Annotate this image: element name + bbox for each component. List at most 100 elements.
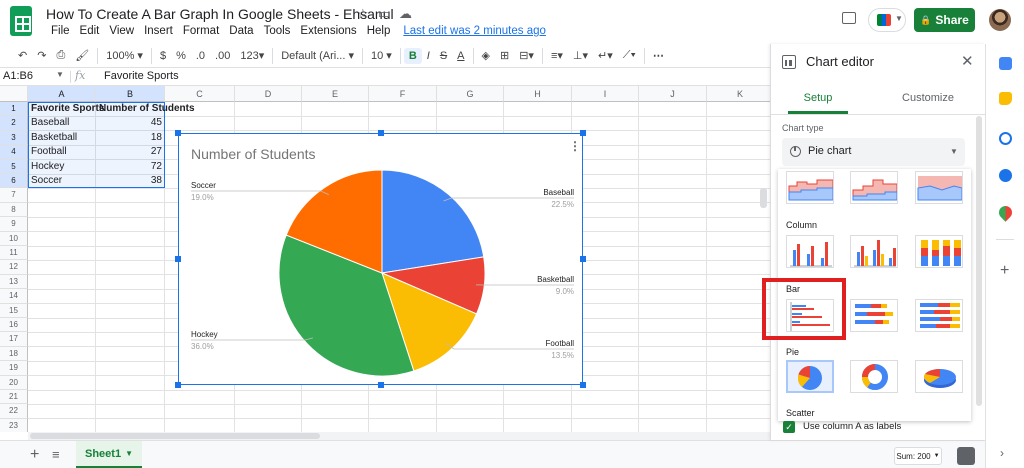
resize-handle[interactable]: [580, 256, 586, 262]
decrease-decimal-button[interactable]: .0: [191, 50, 210, 62]
tab-customize[interactable]: Customize: [896, 88, 960, 108]
row-header-19[interactable]: 19: [0, 361, 28, 376]
cell-b6[interactable]: 38: [96, 174, 165, 188]
percent-column-thumbnail[interactable]: [915, 235, 963, 268]
row-header-22[interactable]: 22: [0, 404, 28, 419]
more-options-icon[interactable]: ⋯: [648, 49, 669, 62]
column-header-j[interactable]: J: [639, 86, 707, 102]
row-header-15[interactable]: 15: [0, 303, 28, 318]
row-header-23[interactable]: 23: [0, 418, 28, 432]
menu-help[interactable]: Help: [362, 25, 396, 37]
tab-setup[interactable]: Setup: [788, 88, 848, 114]
formula-input[interactable]: Favorite Sports: [104, 70, 179, 82]
comment-history-icon[interactable]: [842, 12, 856, 24]
share-button[interactable]: 🔒 Share: [914, 8, 975, 32]
row-header-1[interactable]: 1: [0, 102, 28, 117]
all-sheets-icon[interactable]: ≡: [52, 447, 60, 462]
move-folder-icon[interactable]: ▭: [378, 6, 390, 22]
cell-b1[interactable]: Number of Students: [96, 102, 216, 116]
stepped-area-thumbnail[interactable]: [850, 171, 898, 204]
percent-button[interactable]: %: [171, 50, 191, 62]
percent-bar-thumbnail[interactable]: [915, 299, 963, 332]
menu-data[interactable]: Data: [224, 25, 258, 37]
menu-insert[interactable]: Insert: [139, 25, 178, 37]
column-header-d[interactable]: D: [235, 86, 302, 102]
column-chart-thumbnail[interactable]: [786, 235, 834, 268]
increase-decimal-button[interactable]: .00: [210, 50, 235, 62]
row-header-3[interactable]: 3: [0, 130, 28, 146]
sum-selector[interactable]: Sum: 200 ▼: [894, 447, 942, 465]
resize-handle[interactable]: [580, 382, 586, 388]
borders-icon[interactable]: ⊞: [495, 49, 514, 62]
row-header-18[interactable]: 18: [0, 346, 28, 362]
menu-tools[interactable]: Tools: [259, 25, 296, 37]
font-select[interactable]: Default (Ari... ▾: [276, 49, 359, 62]
keep-icon[interactable]: [999, 92, 1012, 105]
select-all-corner[interactable]: [0, 86, 28, 102]
stacked-area-thumbnail[interactable]: [786, 171, 834, 204]
text-wrap-icon[interactable]: ↵▾: [593, 49, 618, 62]
row-header-16[interactable]: 16: [0, 318, 28, 333]
maps-icon[interactable]: [996, 203, 1015, 222]
column-header-f[interactable]: F: [369, 86, 437, 102]
cell-a3[interactable]: Basketball: [28, 131, 96, 145]
pie-chart[interactable]: Number of Students ⋮ Baseball 22.5% Basket…: [178, 133, 583, 385]
row-header-21[interactable]: 21: [0, 390, 28, 405]
horizontal-align-icon[interactable]: ≡▾: [546, 49, 568, 62]
row-header-14[interactable]: 14: [0, 289, 28, 304]
row-header-2[interactable]: 2: [0, 116, 28, 131]
menu-view[interactable]: View: [104, 25, 139, 37]
cell-a2[interactable]: Baseball: [28, 116, 96, 130]
tasks-icon[interactable]: [999, 132, 1012, 145]
row-header-4[interactable]: 4: [0, 145, 28, 160]
print-icon[interactable]: ⎙: [51, 49, 70, 62]
text-color-button[interactable]: A: [452, 50, 469, 62]
sheets-logo-icon[interactable]: [10, 6, 32, 36]
menu-file[interactable]: File: [46, 25, 75, 37]
document-title[interactable]: How To Create A Bar Graph In Google Shee…: [46, 6, 394, 22]
column-header-g[interactable]: G: [437, 86, 504, 102]
cell-a5[interactable]: Hockey: [28, 160, 96, 174]
contacts-icon[interactable]: [999, 169, 1012, 182]
italic-button[interactable]: I: [422, 50, 435, 62]
paint-format-icon[interactable]: 🖌: [70, 49, 94, 62]
get-addons-icon[interactable]: +: [1000, 262, 1009, 280]
row-header-10[interactable]: 10: [0, 231, 28, 246]
row-header-13[interactable]: 13: [0, 274, 28, 290]
strikethrough-button[interactable]: S: [435, 50, 452, 62]
resize-handle[interactable]: [580, 130, 586, 136]
add-sheet-icon[interactable]: +: [30, 446, 39, 464]
donut-chart-thumbnail[interactable]: [850, 360, 898, 393]
cloud-status-icon[interactable]: ☁: [399, 6, 412, 22]
resize-handle[interactable]: [175, 130, 181, 136]
vertical-scrollbar[interactable]: [760, 188, 767, 208]
resize-handle[interactable]: [175, 256, 181, 262]
column-header-h[interactable]: H: [504, 86, 572, 102]
cell-a4[interactable]: Football: [28, 145, 96, 159]
cell-a6[interactable]: Soccer: [28, 174, 96, 188]
column-header-i[interactable]: I: [572, 86, 639, 102]
meet-button[interactable]: ▼: [868, 8, 906, 32]
chart-type-dropdown[interactable]: Pie chart ▼: [782, 138, 965, 166]
merge-cells-icon[interactable]: ⊟▾: [514, 49, 539, 62]
sheet-tab[interactable]: Sheet1 ▼: [76, 441, 142, 468]
stacked-column-thumbnail[interactable]: [850, 235, 898, 268]
cell-b5[interactable]: 72: [96, 160, 165, 174]
percent-area-thumbnail[interactable]: [915, 171, 963, 204]
fill-color-icon[interactable]: ◈: [477, 49, 495, 62]
row-header-12[interactable]: 12: [0, 260, 28, 275]
cell-b2[interactable]: 45: [96, 116, 165, 130]
undo-icon[interactable]: ↶: [0, 49, 32, 62]
cell-b4[interactable]: 27: [96, 145, 165, 159]
row-header-9[interactable]: 9: [0, 217, 28, 232]
cell-a1[interactable]: Favorite Sports: [28, 102, 104, 116]
row-header-8[interactable]: 8: [0, 202, 28, 218]
pie-slice-baseball[interactable]: [381, 169, 485, 274]
pie-chart-thumbnail[interactable]: [786, 360, 834, 393]
resize-handle[interactable]: [378, 382, 384, 388]
horizontal-scrollbar[interactable]: [30, 433, 320, 439]
resize-handle[interactable]: [175, 382, 181, 388]
star-icon[interactable]: ☆: [357, 6, 369, 22]
more-formats-button[interactable]: 123▾: [235, 49, 269, 62]
menu-edit[interactable]: Edit: [75, 25, 105, 37]
